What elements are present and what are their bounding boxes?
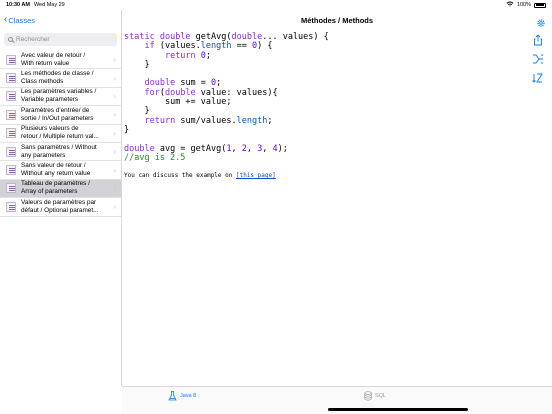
search-box[interactable]: [4, 33, 117, 46]
list-item-subtitle: Without any return value: [21, 170, 91, 178]
status-bar: 10:30 AM Wed May 29 100%: [0, 0, 552, 10]
list-item-subtitle: With return value: [21, 59, 70, 67]
nav-bar: Méthodes / Methods: [122, 10, 552, 30]
list-item-subtitle: défaut / Optional paramet...: [21, 206, 99, 214]
chevron-right-icon: ›: [113, 55, 116, 65]
search-icon: [8, 37, 13, 42]
chevron-right-icon: ›: [113, 128, 116, 138]
status-date: Wed May 29: [33, 2, 65, 8]
back-button-label: Classes: [8, 15, 36, 25]
list-item-selected[interactable]: Tableau de paramètres / Array of paramete…: [0, 179, 121, 199]
list-item-title: Avec valeur de retour /: [21, 51, 86, 59]
share-icon: [534, 34, 542, 46]
list-item-subtitle: Variable parameters: [21, 96, 79, 104]
code-token: length: [236, 115, 268, 126]
list-item[interactable]: Avec valeur de retour / With return value…: [0, 51, 121, 70]
list-item[interactable]: Paramètres d'entrée/ de sortie / In/Out p…: [0, 106, 121, 125]
list-item-subtitle: Array of parameters: [21, 188, 78, 196]
list-item-title: Les paramètres variables /: [21, 88, 97, 96]
list-item-title: Les méthodes de classe /: [21, 70, 94, 78]
list-item[interactable]: Les méthodes de classe / Class methods ›: [0, 69, 121, 88]
tab-java-8[interactable]: Java 8: [168, 391, 196, 401]
flask-icon: [168, 391, 177, 401]
code-token: 2: [241, 143, 247, 154]
document-icon: [6, 183, 16, 194]
this-page-link[interactable]: [this page]: [236, 172, 276, 179]
list-item[interactable]: Sans valeur de retour / Without any retur…: [0, 161, 121, 180]
code-token: ;: [205, 50, 212, 61]
discussion-note-text: You can discuss the example on: [124, 172, 236, 180]
back-button[interactable]: ‹ Classes: [4, 15, 35, 25]
list-item-title: Paramètres d'entrée/ de: [21, 106, 90, 114]
battery-percent: 100%: [516, 2, 531, 8]
list-item[interactable]: Sans paramètres / Without any parameters …: [0, 143, 121, 162]
document-icon: [6, 201, 16, 212]
chevron-right-icon: ›: [113, 73, 116, 83]
list-item-subtitle: any parameters: [21, 151, 66, 159]
document-icon: [6, 128, 16, 139]
sidebar-header: ‹ Classes: [0, 10, 121, 30]
sidebar: ‹ Classes Avec valeur de retour /With re…: [0, 10, 122, 386]
list-item[interactable]: Les paramètres variables / Variable param…: [0, 88, 121, 107]
chevron-right-icon: ›: [113, 165, 116, 175]
code-token: return: [164, 50, 196, 61]
code-token: for: [144, 87, 160, 98]
list-item-title: Tableau de paramètres /: [21, 180, 90, 188]
code-token: if: [144, 41, 155, 52]
code-token: sum/values.: [175, 115, 237, 126]
chevron-right-icon: ›: [113, 147, 116, 157]
gear-icon: [537, 19, 545, 27]
code-token: 3: [257, 143, 263, 154]
document-icon: [6, 73, 16, 84]
document-icon: [6, 146, 16, 157]
share-button[interactable]: [532, 33, 544, 46]
list-item-subtitle: retour / Multiple return val...: [21, 133, 99, 141]
chevron-right-icon: ›: [113, 110, 116, 120]
tab-label: SQL: [375, 393, 387, 399]
document-icon: [6, 54, 16, 65]
settings-button[interactable]: [536, 15, 546, 27]
chevron-right-icon: ›: [113, 183, 116, 193]
search-input[interactable]: [16, 36, 116, 43]
database-icon: [364, 391, 372, 401]
document-icon: [6, 165, 16, 176]
method-list: Avec valeur de retour / With return value…: [0, 51, 121, 217]
code-token: 4: [272, 143, 278, 154]
list-item[interactable]: Plusieurs valeurs de retour / Multiple re…: [0, 125, 121, 143]
tab-bar: Java 8 SQL: [122, 386, 552, 414]
diff-button[interactable]: [532, 52, 544, 64]
tab-sql[interactable]: SQL: [364, 391, 386, 401]
chevron-left-icon: ‹: [4, 14, 8, 25]
document-icon: [6, 91, 16, 102]
status-time: 10:30 AM: [6, 2, 30, 8]
code-token: ) {: [257, 41, 273, 52]
page-title: Méthodes / Methods: [300, 15, 374, 25]
home-indicator[interactable]: [328, 408, 468, 411]
discussion-note: You can discuss the example on [this pag…: [124, 171, 528, 180]
battery-icon: [534, 2, 546, 8]
list-item-subtitle: Class methods: [21, 78, 64, 86]
list-item-title: Sans paramètres / Without: [21, 143, 97, 151]
code-token: sum += value;: [164, 97, 232, 108]
list-item-title: Valeurs de paramètres par: [21, 198, 97, 206]
chevron-right-icon: ›: [113, 91, 116, 101]
sort-az-icon: [532, 73, 543, 83]
list-item-title: Plusieurs valeurs de: [21, 125, 79, 133]
code-token: return: [144, 115, 176, 126]
list-item-title: Sans valeur de retour /: [21, 162, 86, 170]
sort-button[interactable]: [532, 71, 544, 83]
chevron-right-icon: ›: [113, 202, 116, 212]
code-token: 1: [226, 143, 232, 154]
code-comment: //avg is 2.5: [124, 152, 186, 163]
side-toolbar: [532, 33, 546, 90]
tab-label: Java 8: [180, 393, 197, 399]
code-view: static double getAvg(double... values) {…: [124, 32, 528, 233]
merge-arrows-icon: [533, 54, 543, 64]
wifi-icon: [506, 1, 514, 9]
list-item-subtitle: sortie / In/Out parameters: [21, 114, 94, 122]
code-token: ==: [231, 41, 252, 52]
list-item[interactable]: Valeurs de paramètres par défaut / Option…: [0, 198, 121, 217]
document-icon: [6, 109, 16, 120]
